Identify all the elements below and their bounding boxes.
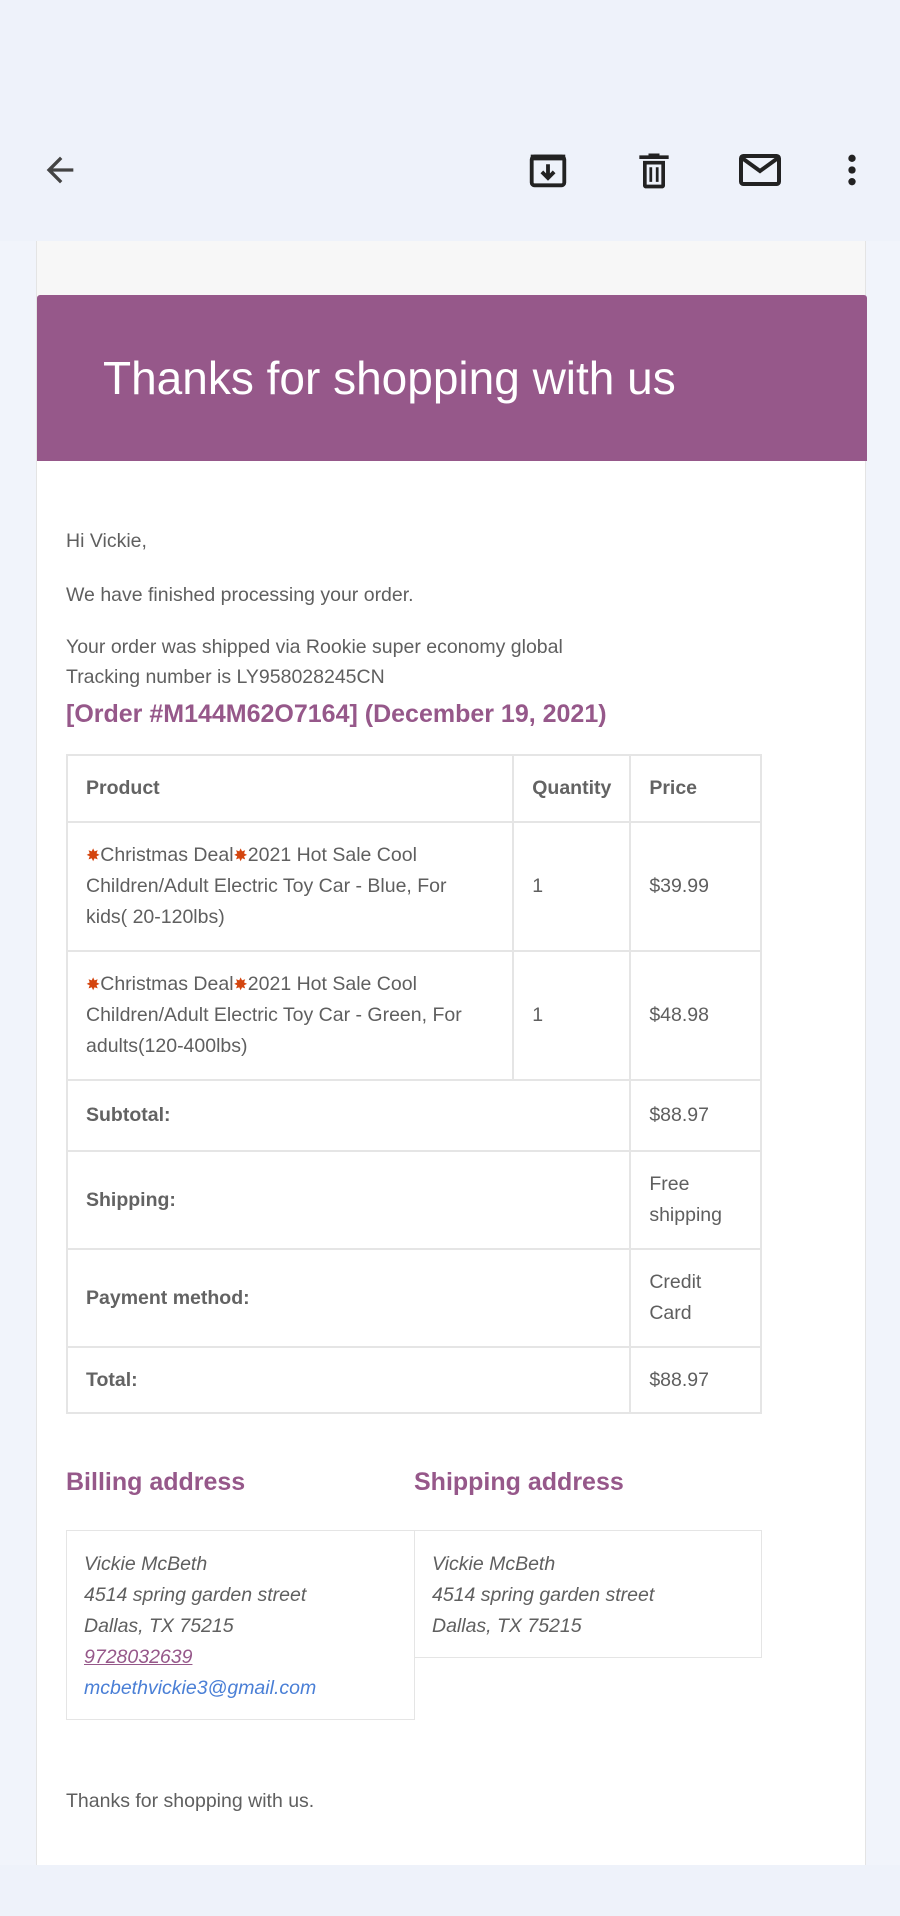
total-label: Total: [65, 1346, 632, 1414]
bottom-strip [0, 1865, 900, 1916]
product-name-line: 2021 Hot Sale Cool [247, 973, 417, 995]
billing-city: Dallas, TX 75215 [84, 1615, 234, 1637]
subtotal-label: Subtotal: [65, 1079, 632, 1152]
billing-phone-link[interactable]: 9728032639 [84, 1642, 397, 1673]
shipping-address-heading: Shipping address [414, 1468, 624, 1496]
totals-row: Total: $88.97 [65, 1346, 762, 1414]
more-options-button[interactable] [822, 140, 882, 200]
quantity-cell: 1 [512, 950, 632, 1081]
billing-address-heading: Billing address [66, 1468, 246, 1496]
header-price: Price [629, 754, 762, 823]
shipping-label: Shipping: [65, 1150, 632, 1250]
product-name-line: adults(120-400lbs) [86, 1035, 248, 1057]
email-banner: Thanks for shopping with us [37, 295, 867, 461]
deal-burst-icon: ✸ [233, 975, 248, 994]
archive-icon [529, 154, 567, 188]
product-name-line: 2021 Hot Sale Cool [247, 844, 417, 866]
header-product: Product [65, 754, 515, 823]
billing-email-link[interactable]: mcbethvickie3@gmail.com [84, 1673, 397, 1704]
billing-address-box: Vickie McBeth 4514 spring garden street … [66, 1530, 415, 1720]
product-name-line: kids( 20-120lbs) [86, 906, 225, 928]
mail-icon [739, 154, 781, 186]
table-row: ✸Christmas Deal✸2021 Hot Sale Cool Child… [65, 821, 762, 952]
greeting: Hi Vickie, [66, 530, 147, 552]
price-cell: $39.99 [629, 821, 762, 952]
back-arrow-icon [46, 156, 74, 184]
table-row: ✸Christmas Deal✸2021 Hot Sale Cool Child… [65, 950, 762, 1081]
payment-method-label: Payment method: [65, 1248, 632, 1348]
message-text: We have finished processing your order. [66, 584, 414, 606]
shipping-street: 4514 spring garden street [432, 1584, 655, 1606]
deal-burst-icon: ✸ [233, 846, 248, 865]
shipping-value: Free shipping [629, 1150, 762, 1250]
banner-title: Thanks for shopping with us [103, 352, 676, 404]
delete-button[interactable] [624, 140, 684, 200]
price-cell: $48.98 [629, 950, 762, 1081]
total-value: $88.97 [629, 1346, 762, 1414]
product-name-line: Children/Adult Electric Toy Car - Green,… [86, 1004, 462, 1026]
product-cell: ✸Christmas Deal✸2021 Hot Sale Cool Child… [65, 950, 515, 1081]
header-quantity: Quantity [512, 754, 632, 823]
totals-row: Shipping: Free shipping [65, 1150, 762, 1250]
back-button[interactable] [30, 140, 90, 200]
product-cell: ✸Christmas Deal✸2021 Hot Sale Cool Child… [65, 821, 515, 952]
deal-burst-icon: ✸ [86, 975, 101, 994]
mark-unread-button[interactable] [730, 140, 790, 200]
payment-method-value-line: Card [649, 1302, 692, 1324]
order-table: Product Quantity Price ✸Christmas Deal✸2… [65, 754, 762, 1414]
more-vert-icon [848, 154, 856, 186]
billing-name: Vickie McBeth [84, 1553, 208, 1575]
product-name-line: Children/Adult Electric Toy Car - Blue, … [86, 875, 447, 897]
order-heading: [Order #M144M62O7164] (December 19, 2021… [66, 700, 607, 728]
shipping-method-text: Your order was shipped via Rookie super … [66, 636, 563, 658]
totals-row: Subtotal: $88.97 [65, 1079, 762, 1152]
deal-burst-icon: ✸ [86, 846, 101, 865]
table-header-row: Product Quantity Price [65, 754, 762, 823]
subtotal-value: $88.97 [629, 1079, 762, 1152]
payment-method-value: Credit Card [629, 1248, 762, 1348]
closing-text: Thanks for shopping with us. [66, 1790, 315, 1812]
shipping-address-box: Vickie McBeth 4514 spring garden street … [414, 1530, 762, 1658]
archive-button[interactable] [518, 140, 578, 200]
app-bar [0, 0, 900, 241]
deal-label: Christmas Deal [100, 973, 234, 995]
shipping-value-line: shipping [649, 1204, 722, 1226]
tracking-number: Tracking number is LY958028245CN [66, 666, 385, 688]
totals-row: Payment method: Credit Card [65, 1248, 762, 1348]
email-top-strip [37, 241, 865, 295]
trash-icon [639, 153, 669, 189]
deal-label: Christmas Deal [100, 844, 234, 866]
shipping-city: Dallas, TX 75215 [432, 1615, 582, 1637]
shipping-value-line: Free [649, 1173, 690, 1195]
quantity-cell: 1 [512, 821, 632, 952]
payment-method-value-line: Credit [649, 1271, 702, 1293]
shipping-name: Vickie McBeth [432, 1553, 556, 1575]
billing-street: 4514 spring garden street [84, 1584, 307, 1606]
